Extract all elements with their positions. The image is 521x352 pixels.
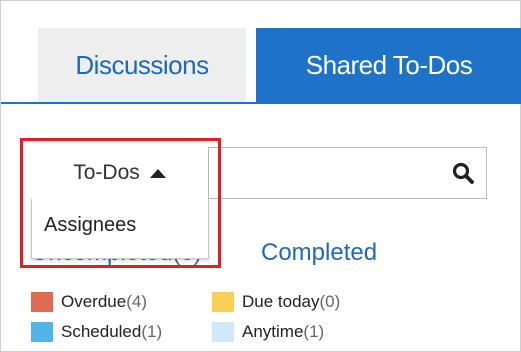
legend-overdue-count: (4): [126, 292, 147, 311]
overdue-swatch: [31, 292, 53, 312]
legend-scheduled-label: Scheduled: [61, 322, 142, 341]
legend-anytime-label: Anytime: [242, 322, 304, 341]
tab-shared-todos-label: Shared To-Dos: [305, 49, 473, 80]
legend-scheduled-count: (1): [141, 322, 163, 341]
legend-item-scheduled: Scheduled (1): [31, 321, 162, 343]
filter-dropdown[interactable]: To-Dos: [31, 147, 209, 199]
legend-anytime-count: (1): [303, 322, 325, 341]
caret-up-icon: [149, 169, 166, 178]
search-input[interactable]: [210, 148, 440, 198]
completed-link[interactable]: Completed: [261, 239, 377, 267]
filter-menu: Assignees: [31, 199, 209, 259]
legend-item-due-today: Due today (0): [212, 291, 340, 313]
menu-item-assignees[interactable]: Assignees: [44, 214, 136, 237]
anytime-swatch: [212, 322, 234, 342]
scheduled-swatch: [31, 322, 53, 342]
tab-discussions-label: Discussions: [75, 49, 209, 80]
legend-item-overdue: Overdue (4): [31, 291, 147, 313]
tab-underline: [1, 102, 521, 104]
search-icon: [452, 162, 474, 184]
filter-selected-label: To-Dos: [73, 161, 140, 184]
due-today-swatch: [212, 292, 234, 312]
tab-discussions[interactable]: Discussions: [38, 28, 246, 102]
todo-panel: Discussions Shared To-Dos To-Dos Uncompl…: [0, 0, 521, 352]
search-button[interactable]: [440, 148, 486, 198]
legend-item-anytime: Anytime (1): [212, 321, 324, 343]
legend-due-today-count: (0): [319, 292, 341, 311]
legend-due-today-label: Due today: [242, 292, 320, 311]
legend-overdue-label: Overdue: [61, 292, 127, 311]
tab-shared-todos[interactable]: Shared To-Dos: [256, 28, 521, 102]
